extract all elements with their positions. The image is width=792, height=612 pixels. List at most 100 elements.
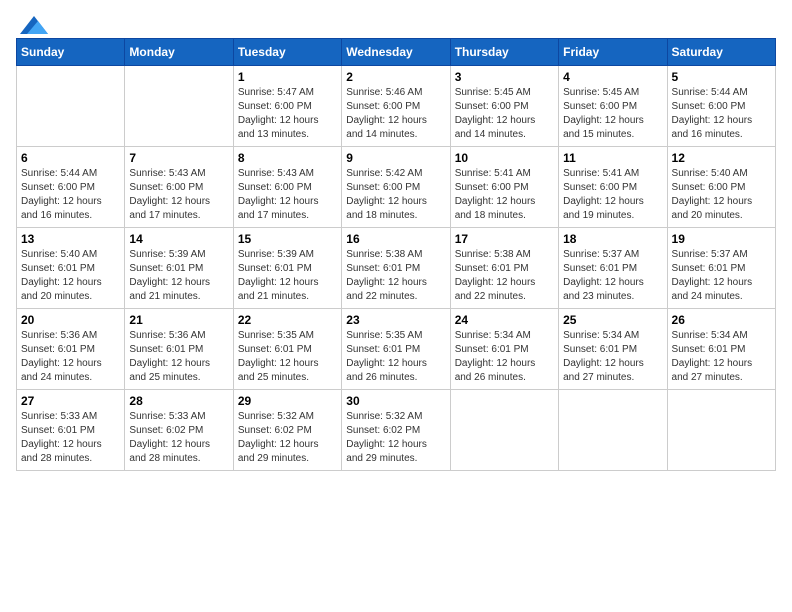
- calendar-cell: 4 Sunrise: 5:45 AM Sunset: 6:00 PM Daylig…: [559, 66, 667, 147]
- day-info: Sunrise: 5:39 AM Sunset: 6:01 PM Dayligh…: [238, 248, 337, 304]
- day-number: 26: [672, 313, 771, 327]
- day-number: 10: [455, 151, 554, 165]
- day-number: 7: [129, 151, 228, 165]
- day-info: Sunrise: 5:37 AM Sunset: 6:01 PM Dayligh…: [672, 248, 771, 304]
- logo-icon: [20, 16, 48, 34]
- calendar-cell: 6 Sunrise: 5:44 AM Sunset: 6:00 PM Daylig…: [17, 147, 125, 228]
- day-number: 16: [346, 232, 445, 246]
- calendar-cell: [450, 390, 558, 471]
- day-info: Sunrise: 5:33 AM Sunset: 6:01 PM Dayligh…: [21, 410, 120, 466]
- calendar-cell: 22 Sunrise: 5:35 AM Sunset: 6:01 PM Dayli…: [233, 309, 341, 390]
- day-number: 20: [21, 313, 120, 327]
- day-number: 22: [238, 313, 337, 327]
- day-info: Sunrise: 5:35 AM Sunset: 6:01 PM Dayligh…: [238, 329, 337, 385]
- calendar-cell: 21 Sunrise: 5:36 AM Sunset: 6:01 PM Dayli…: [125, 309, 233, 390]
- day-number: 9: [346, 151, 445, 165]
- calendar-cell: 28 Sunrise: 5:33 AM Sunset: 6:02 PM Dayli…: [125, 390, 233, 471]
- day-number: 25: [563, 313, 662, 327]
- calendar-cell: 29 Sunrise: 5:32 AM Sunset: 6:02 PM Dayli…: [233, 390, 341, 471]
- calendar-cell: [17, 66, 125, 147]
- calendar-cell: 20 Sunrise: 5:36 AM Sunset: 6:01 PM Dayli…: [17, 309, 125, 390]
- calendar-cell: 1 Sunrise: 5:47 AM Sunset: 6:00 PM Daylig…: [233, 66, 341, 147]
- day-info: Sunrise: 5:40 AM Sunset: 6:00 PM Dayligh…: [672, 167, 771, 223]
- calendar-cell: 10 Sunrise: 5:41 AM Sunset: 6:00 PM Dayli…: [450, 147, 558, 228]
- day-number: 28: [129, 394, 228, 408]
- day-info: Sunrise: 5:44 AM Sunset: 6:00 PM Dayligh…: [21, 167, 120, 223]
- day-info: Sunrise: 5:40 AM Sunset: 6:01 PM Dayligh…: [21, 248, 120, 304]
- day-number: 13: [21, 232, 120, 246]
- day-info: Sunrise: 5:47 AM Sunset: 6:00 PM Dayligh…: [238, 86, 337, 142]
- page-header: [16, 16, 776, 30]
- day-number: 3: [455, 70, 554, 84]
- calendar-cell: 3 Sunrise: 5:45 AM Sunset: 6:00 PM Daylig…: [450, 66, 558, 147]
- day-info: Sunrise: 5:34 AM Sunset: 6:01 PM Dayligh…: [672, 329, 771, 385]
- day-info: Sunrise: 5:32 AM Sunset: 6:02 PM Dayligh…: [238, 410, 337, 466]
- calendar-cell: 12 Sunrise: 5:40 AM Sunset: 6:00 PM Dayli…: [667, 147, 775, 228]
- calendar-week-row: 20 Sunrise: 5:36 AM Sunset: 6:01 PM Dayli…: [17, 309, 776, 390]
- logo: [16, 16, 48, 30]
- day-number: 17: [455, 232, 554, 246]
- day-number: 27: [21, 394, 120, 408]
- calendar-header-wednesday: Wednesday: [342, 39, 450, 66]
- calendar-cell: 18 Sunrise: 5:37 AM Sunset: 6:01 PM Dayli…: [559, 228, 667, 309]
- calendar-cell: 23 Sunrise: 5:35 AM Sunset: 6:01 PM Dayli…: [342, 309, 450, 390]
- calendar-cell: [559, 390, 667, 471]
- day-number: 11: [563, 151, 662, 165]
- day-info: Sunrise: 5:45 AM Sunset: 6:00 PM Dayligh…: [563, 86, 662, 142]
- calendar-cell: 17 Sunrise: 5:38 AM Sunset: 6:01 PM Dayli…: [450, 228, 558, 309]
- calendar-cell: 14Sunrise: 5:39 AM Sunset: 6:01 PM Dayli…: [125, 228, 233, 309]
- day-number: 23: [346, 313, 445, 327]
- calendar-header-sunday: Sunday: [17, 39, 125, 66]
- calendar-cell: 9Sunrise: 5:42 AM Sunset: 6:00 PM Daylig…: [342, 147, 450, 228]
- day-number: 5: [672, 70, 771, 84]
- calendar-header-friday: Friday: [559, 39, 667, 66]
- calendar-header-thursday: Thursday: [450, 39, 558, 66]
- calendar-cell: 27 Sunrise: 5:33 AM Sunset: 6:01 PM Dayli…: [17, 390, 125, 471]
- calendar-week-row: 6 Sunrise: 5:44 AM Sunset: 6:00 PM Daylig…: [17, 147, 776, 228]
- calendar-cell: 24 Sunrise: 5:34 AM Sunset: 6:01 PM Dayli…: [450, 309, 558, 390]
- day-number: 15: [238, 232, 337, 246]
- day-info: Sunrise: 5:32 AM Sunset: 6:02 PM Dayligh…: [346, 410, 445, 466]
- day-number: 30: [346, 394, 445, 408]
- day-number: 21: [129, 313, 228, 327]
- day-number: 4: [563, 70, 662, 84]
- day-number: 29: [238, 394, 337, 408]
- day-info: Sunrise: 5:34 AM Sunset: 6:01 PM Dayligh…: [455, 329, 554, 385]
- calendar-table: SundayMondayTuesdayWednesdayThursdayFrid…: [16, 38, 776, 471]
- day-info: Sunrise: 5:36 AM Sunset: 6:01 PM Dayligh…: [21, 329, 120, 385]
- calendar-cell: 30 Sunrise: 5:32 AM Sunset: 6:02 PM Dayli…: [342, 390, 450, 471]
- calendar-cell: 7 Sunrise: 5:43 AM Sunset: 6:00 PM Daylig…: [125, 147, 233, 228]
- calendar-cell: 13 Sunrise: 5:40 AM Sunset: 6:01 PM Dayli…: [17, 228, 125, 309]
- day-info: Sunrise: 5:34 AM Sunset: 6:01 PM Dayligh…: [563, 329, 662, 385]
- day-number: 8: [238, 151, 337, 165]
- calendar-week-row: 27 Sunrise: 5:33 AM Sunset: 6:01 PM Dayli…: [17, 390, 776, 471]
- calendar-header-monday: Monday: [125, 39, 233, 66]
- calendar-cell: 16Sunrise: 5:38 AM Sunset: 6:01 PM Dayli…: [342, 228, 450, 309]
- calendar-cell: 25 Sunrise: 5:34 AM Sunset: 6:01 PM Dayli…: [559, 309, 667, 390]
- day-number: 2: [346, 70, 445, 84]
- day-number: 12: [672, 151, 771, 165]
- day-number: 6: [21, 151, 120, 165]
- day-info: Sunrise: 5:36 AM Sunset: 6:01 PM Dayligh…: [129, 329, 228, 385]
- day-number: 1: [238, 70, 337, 84]
- calendar-cell: 15 Sunrise: 5:39 AM Sunset: 6:01 PM Dayli…: [233, 228, 341, 309]
- calendar-cell: 5Sunrise: 5:44 AM Sunset: 6:00 PM Daylig…: [667, 66, 775, 147]
- calendar-cell: 19Sunrise: 5:37 AM Sunset: 6:01 PM Dayli…: [667, 228, 775, 309]
- day-info: Sunrise: 5:33 AM Sunset: 6:02 PM Dayligh…: [129, 410, 228, 466]
- day-info: Sunrise: 5:35 AM Sunset: 6:01 PM Dayligh…: [346, 329, 445, 385]
- calendar-week-row: 13 Sunrise: 5:40 AM Sunset: 6:01 PM Dayli…: [17, 228, 776, 309]
- calendar-cell: 2Sunrise: 5:46 AM Sunset: 6:00 PM Daylig…: [342, 66, 450, 147]
- day-info: Sunrise: 5:41 AM Sunset: 6:00 PM Dayligh…: [455, 167, 554, 223]
- calendar-cell: [667, 390, 775, 471]
- day-info: Sunrise: 5:45 AM Sunset: 6:00 PM Dayligh…: [455, 86, 554, 142]
- calendar-week-row: 1 Sunrise: 5:47 AM Sunset: 6:00 PM Daylig…: [17, 66, 776, 147]
- day-info: Sunrise: 5:41 AM Sunset: 6:00 PM Dayligh…: [563, 167, 662, 223]
- day-info: Sunrise: 5:43 AM Sunset: 6:00 PM Dayligh…: [129, 167, 228, 223]
- day-number: 14: [129, 232, 228, 246]
- day-number: 18: [563, 232, 662, 246]
- day-info: Sunrise: 5:37 AM Sunset: 6:01 PM Dayligh…: [563, 248, 662, 304]
- day-number: 24: [455, 313, 554, 327]
- day-info: Sunrise: 5:38 AM Sunset: 6:01 PM Dayligh…: [455, 248, 554, 304]
- calendar-header-row: SundayMondayTuesdayWednesdayThursdayFrid…: [17, 39, 776, 66]
- calendar-header-saturday: Saturday: [667, 39, 775, 66]
